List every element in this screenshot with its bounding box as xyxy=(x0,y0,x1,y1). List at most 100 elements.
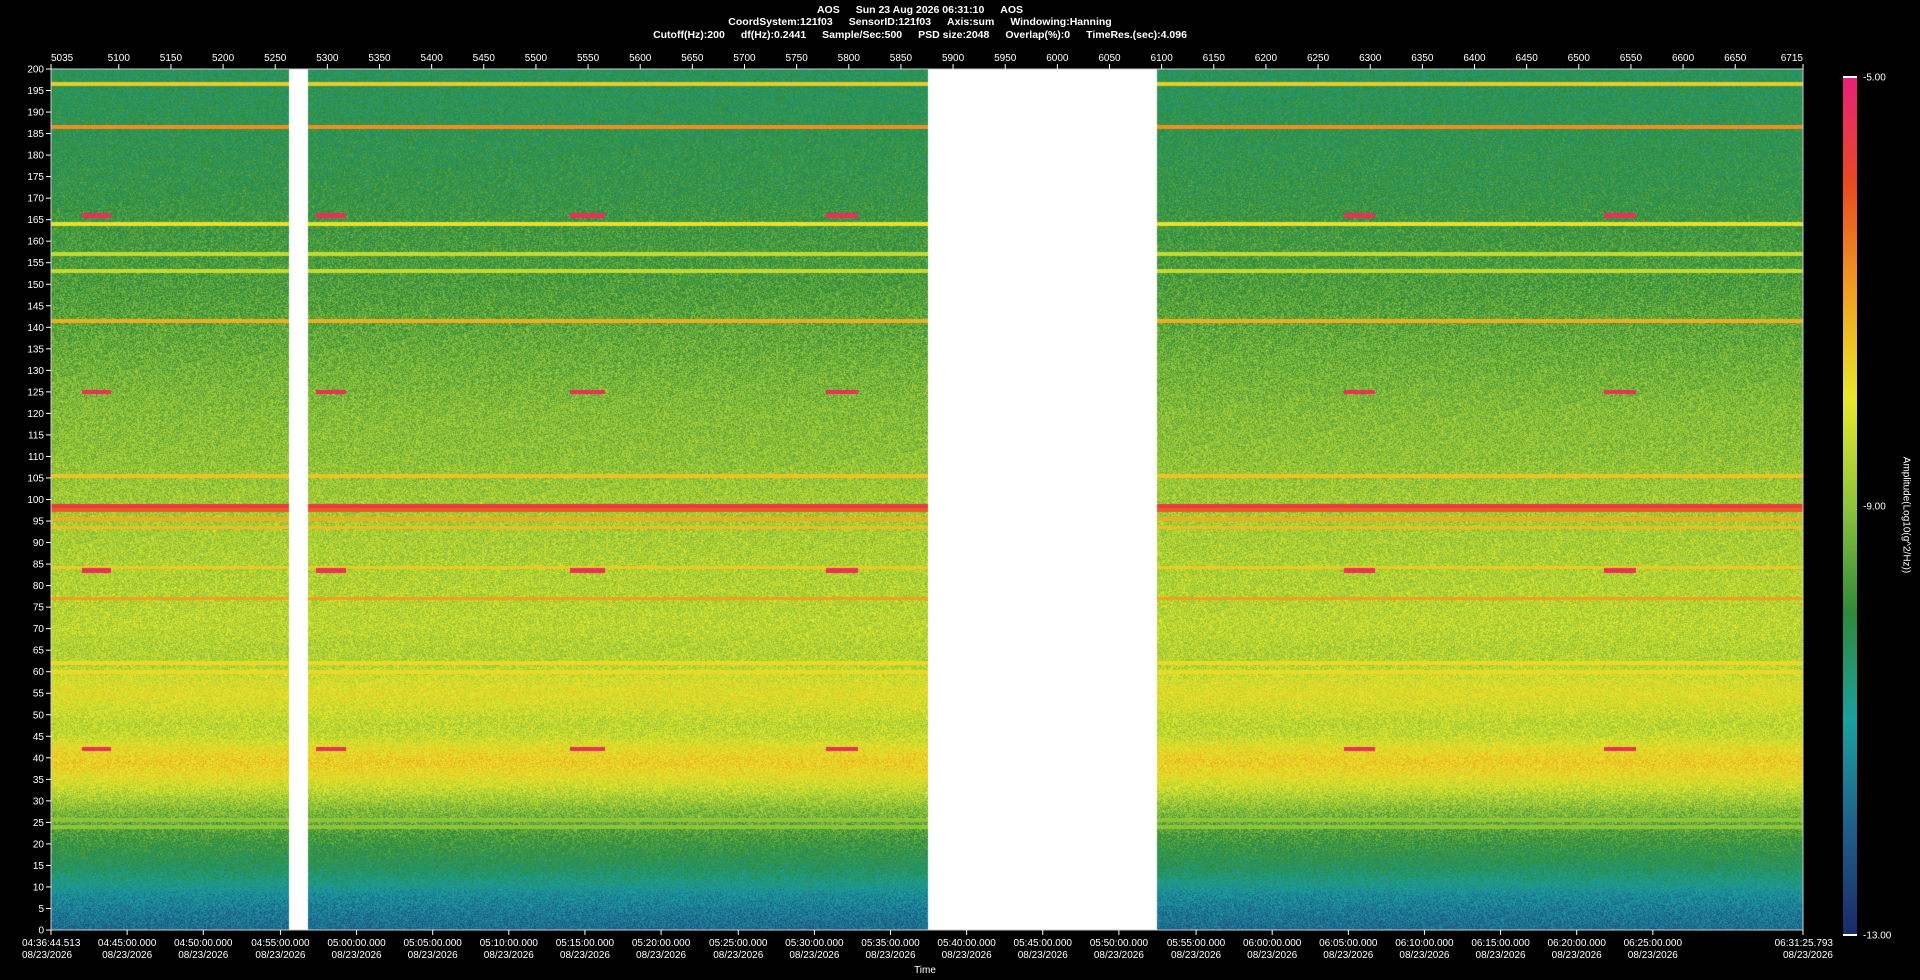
bottom-tick-date: 08/23/2026 xyxy=(178,950,228,961)
y-tick-label: 5 xyxy=(38,904,44,915)
colorbar: -5.00 -9.00 -13.00 xyxy=(1843,73,1892,942)
colorbar-max-label: -5.00 xyxy=(1863,73,1886,84)
y-tick-label: 200 xyxy=(27,65,44,76)
colorbar-ramp xyxy=(1843,77,1857,935)
top-tick-label: 6000 xyxy=(1046,53,1069,64)
top-tick-label: 5450 xyxy=(473,53,496,64)
bottom-tick-time: 05:10:00.000 xyxy=(480,938,539,949)
bottom-tick-time: 05:55:00.000 xyxy=(1167,938,1226,949)
colorbar-title: Amplitude(Log10(g^2/Hz)) xyxy=(1900,456,1912,574)
top-tick-label: 6200 xyxy=(1255,53,1278,64)
y-tick-label: 100 xyxy=(27,495,44,506)
y-tick-label: 105 xyxy=(27,473,44,484)
bottom-tick-date: 08/23/2026 xyxy=(865,950,915,961)
bottom-tick-date: 08/23/2026 xyxy=(636,950,686,961)
header-cutoff: Cutoff(Hz):200 xyxy=(653,29,725,41)
top-tick-label: 5850 xyxy=(890,53,913,64)
y-tick-label: 50 xyxy=(33,710,45,721)
y-tick-label: 55 xyxy=(33,689,45,700)
top-tick-label: 5650 xyxy=(681,53,704,64)
top-tick-label: 5950 xyxy=(994,53,1017,64)
header-line-1: AOS Sun 23 Aug 2026 06:31:10 AOS xyxy=(0,4,1840,16)
top-tick-label: 5900 xyxy=(942,53,965,64)
bottom-tick-time: 05:35:00.000 xyxy=(861,938,920,949)
bottom-tick-time: 06:05:00.000 xyxy=(1319,938,1378,949)
bottom-tick-date: 08/23/2026 xyxy=(1018,950,1068,961)
y-tick-label: 60 xyxy=(33,667,45,678)
top-tick-label: 5750 xyxy=(786,53,809,64)
y-tick-label: 190 xyxy=(27,108,44,119)
y-tick-label: 185 xyxy=(27,129,44,140)
top-tick-label: 5300 xyxy=(316,53,339,64)
bottom-tick-date: 08/23/2026 xyxy=(102,950,152,961)
y-tick-label: 10 xyxy=(33,882,45,893)
header-sample-rate: Sample/Sec:500 xyxy=(822,29,903,41)
top-tick-label: 5150 xyxy=(160,53,183,64)
top-tick-label: 5600 xyxy=(629,53,652,64)
y-tick-label: 90 xyxy=(33,538,45,549)
top-tick-label: 5035 xyxy=(51,53,74,64)
bottom-tick-time: 04:50:00.000 xyxy=(174,938,233,949)
header-psd-size: PSD size:2048 xyxy=(918,29,990,41)
bottom-tick-date: 08/23/2026 xyxy=(1247,950,1297,961)
bottom-tick-date: 08/23/2026 xyxy=(1171,950,1221,961)
bottom-tick-date: 08/23/2026 xyxy=(1552,950,1602,961)
bottom-tick-time: 05:45:00.000 xyxy=(1014,938,1073,949)
bottom-tick-time: 05:25:00.000 xyxy=(709,938,768,949)
y-tick-label: 110 xyxy=(28,452,44,463)
bottom-tick-time: 04:45:00.000 xyxy=(98,938,157,949)
y-tick-label: 30 xyxy=(33,796,45,807)
bottom-tick-date: 08/23/2026 xyxy=(1476,950,1526,961)
header-station-left: AOS xyxy=(816,4,840,16)
bottom-tick-date: 08/23/2026 xyxy=(332,950,382,961)
y-tick-label: 95 xyxy=(33,517,45,528)
bottom-tick-time: 04:36:44.513 xyxy=(22,938,81,949)
top-tick-label: 6550 xyxy=(1620,53,1643,64)
y-tick-label: 170 xyxy=(27,194,44,205)
bottom-tick-date: 08/23/2026 xyxy=(408,950,458,961)
bottom-tick-date: 08/23/2026 xyxy=(789,950,839,961)
header-windowing: Windowing:Hanning xyxy=(1010,16,1112,28)
bottom-tick-time: 06:15:00.000 xyxy=(1471,938,1530,949)
y-tick-label: 145 xyxy=(27,301,44,312)
y-tick-label: 160 xyxy=(27,237,44,248)
top-tick-label: 5550 xyxy=(577,53,600,64)
bottom-axis: 04:36:44.51308/23/202604:45:00.00008/23/… xyxy=(22,930,1833,961)
y-tick-label: 40 xyxy=(33,753,45,764)
header-axis: Axis:sum xyxy=(947,16,995,28)
header-datetime: Sun 23 Aug 2026 06:31:10 xyxy=(855,4,985,16)
y-tick-label: 150 xyxy=(27,280,44,291)
y-tick-label: 115 xyxy=(28,430,44,441)
top-tick-label: 6350 xyxy=(1411,53,1434,64)
top-tick-label: 5350 xyxy=(368,53,391,64)
y-tick-label: 85 xyxy=(33,560,45,571)
top-tick-label: 6500 xyxy=(1568,53,1591,64)
y-tick-label: 0 xyxy=(38,926,44,937)
y-tick-label: 65 xyxy=(33,646,45,657)
bottom-tick-time: 05:05:00.000 xyxy=(403,938,462,949)
bottom-tick-time: 06:10:00.000 xyxy=(1395,938,1454,949)
bottom-tick-date: 08/23/2026 xyxy=(1628,950,1678,961)
bottom-tick-time: 06:00:00.000 xyxy=(1243,938,1302,949)
top-tick-label: 5400 xyxy=(421,53,444,64)
bottom-tick-time: 05:00:00.000 xyxy=(327,938,386,949)
top-tick-label: 6450 xyxy=(1516,53,1539,64)
top-tick-label: 6715 xyxy=(1781,53,1804,64)
header-time-res: TimeRes.(sec):4.096 xyxy=(1086,29,1187,41)
bottom-tick-time: 06:31:25.793 xyxy=(1775,938,1834,949)
y-tick-label: 140 xyxy=(27,323,44,334)
header-df: df(Hz):0.2441 xyxy=(740,29,807,41)
y-tick-label: 175 xyxy=(27,172,44,183)
y-tick-label: 45 xyxy=(33,732,45,743)
top-tick-label: 5700 xyxy=(733,53,756,64)
bottom-tick-date: 08/23/2026 xyxy=(22,950,72,961)
y-tick-label: 125 xyxy=(27,387,44,398)
bottom-tick-date: 08/23/2026 xyxy=(1399,950,1449,961)
bottom-tick-date: 08/23/2026 xyxy=(560,950,610,961)
bottom-tick-time: 06:20:00.000 xyxy=(1548,938,1607,949)
top-tick-label: 5800 xyxy=(838,53,861,64)
top-tick-label: 6250 xyxy=(1307,53,1330,64)
bottom-tick-time: 05:20:00.000 xyxy=(632,938,691,949)
bottom-tick-time: 05:40:00.000 xyxy=(937,938,996,949)
bottom-tick-date: 08/23/2026 xyxy=(255,950,305,961)
